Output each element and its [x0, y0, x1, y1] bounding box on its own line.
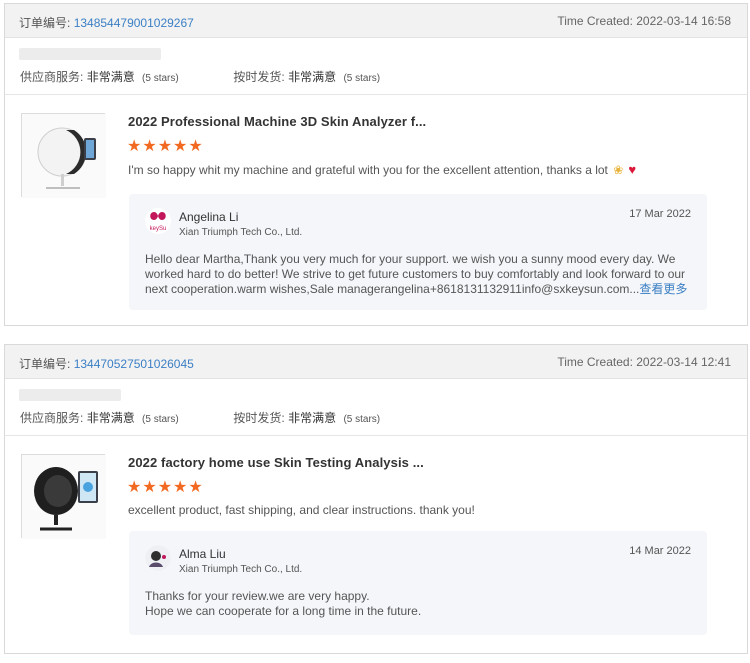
skin-testing-machine-image	[22, 455, 106, 539]
divider	[5, 94, 747, 95]
seller-reply: Alma Liu Xian Triumph Tech Co., Ltd. 14 …	[129, 531, 707, 635]
reply-company: Xian Triumph Tech Co., Ltd.	[179, 564, 303, 575]
product-thumbnail[interactable]	[21, 113, 106, 198]
seller-ratings: 供应商服务: 非常满意 (5 stars) 按时发货: 非常满意 (5 star…	[20, 409, 380, 426]
rating-stars: ★★★★★	[127, 479, 204, 496]
avatar-logo-text: keySu	[150, 226, 167, 232]
time-created: Time Created: 2022-03-14 16:58	[557, 14, 731, 28]
shipping-stars: (5 stars)	[343, 414, 381, 425]
red-heart-icon: ♥	[628, 162, 637, 177]
reply-author-name: Alma Liu	[179, 547, 226, 561]
order-label: 订单编号:	[19, 357, 71, 371]
shipping-label: 按时发货:	[233, 411, 285, 425]
review-text: excellent product, fast shipping, and cl…	[128, 503, 475, 517]
supplier-service-stars: (5 stars)	[142, 414, 179, 425]
rating-stars: ★★★★★	[127, 138, 204, 155]
reply-company: Xian Triumph Tech Co., Ltd.	[179, 227, 303, 238]
supplier-service-value: 非常满意	[86, 70, 135, 84]
reply-author-name: Angelina Li	[179, 210, 239, 224]
reply-text: Hello dear Martha,Thank you very much fo…	[145, 252, 686, 296]
seller-avatar	[145, 545, 171, 571]
buyer-name-blurred	[19, 48, 161, 60]
order-number-link[interactable]: 134470527501026045	[74, 357, 194, 371]
reply-text-line: Hope we can cooperate for a long time in…	[145, 604, 422, 618]
buyer-name-blurred	[19, 389, 121, 401]
supplier-service-label: 供应商服务:	[20, 411, 84, 425]
reply-text-line: Thanks for your review.we are very happy…	[145, 589, 370, 603]
order-number-link[interactable]: 134854479001029267	[74, 16, 194, 30]
review-card: 订单编号: 134854479001029267 Time Created: 2…	[4, 3, 748, 326]
shipping-stars: (5 stars)	[343, 73, 381, 84]
supplier-service-label: 供应商服务:	[20, 70, 84, 84]
order-info: 订单编号: 134854479001029267	[19, 14, 194, 31]
time-created: Time Created: 2022-03-14 12:41	[557, 355, 731, 369]
product-title[interactable]: 2022 factory home use Skin Testing Analy…	[128, 455, 424, 470]
supplier-service-stars: (5 stars)	[142, 73, 179, 84]
order-label: 订单编号:	[19, 16, 71, 30]
reply-date: 17 Mar 2022	[629, 208, 691, 220]
folded-hands-icon: ❀	[613, 163, 624, 177]
product-title[interactable]: 2022 Professional Machine 3D Skin Analyz…	[128, 114, 426, 129]
review-text: I'm so happy whit my machine and gratefu…	[128, 163, 608, 177]
shipping-value: 非常满意	[288, 70, 337, 84]
seller-reply: keySu Angelina Li Xian Triumph Tech Co.,…	[129, 194, 707, 310]
skin-analyzer-image	[22, 114, 106, 198]
see-more-link[interactable]: 查看更多	[639, 282, 687, 296]
reply-body: Hello dear Martha,Thank you very much fo…	[145, 252, 697, 297]
product-thumbnail[interactable]	[21, 454, 106, 539]
review-card: 订单编号: 134470527501026045 Time Created: 2…	[4, 344, 748, 654]
supplier-service-value: 非常满意	[86, 411, 135, 425]
reply-body: Thanks for your review.we are very happy…	[145, 589, 697, 619]
seller-ratings: 供应商服务: 非常满意 (5 stars) 按时发货: 非常满意 (5 star…	[20, 68, 380, 85]
reply-date: 14 Mar 2022	[629, 545, 691, 557]
review-text-row: I'm so happy whit my machine and gratefu…	[128, 162, 639, 177]
order-info: 订单编号: 134470527501026045	[19, 355, 194, 372]
card-header: 订单编号: 134854479001029267 Time Created: 2…	[5, 4, 747, 38]
shipping-value: 非常满意	[288, 411, 337, 425]
shipping-label: 按时发货:	[233, 70, 285, 84]
card-header: 订单编号: 134470527501026045 Time Created: 2…	[5, 345, 747, 379]
seller-avatar: keySu	[145, 208, 171, 234]
divider	[5, 435, 747, 436]
